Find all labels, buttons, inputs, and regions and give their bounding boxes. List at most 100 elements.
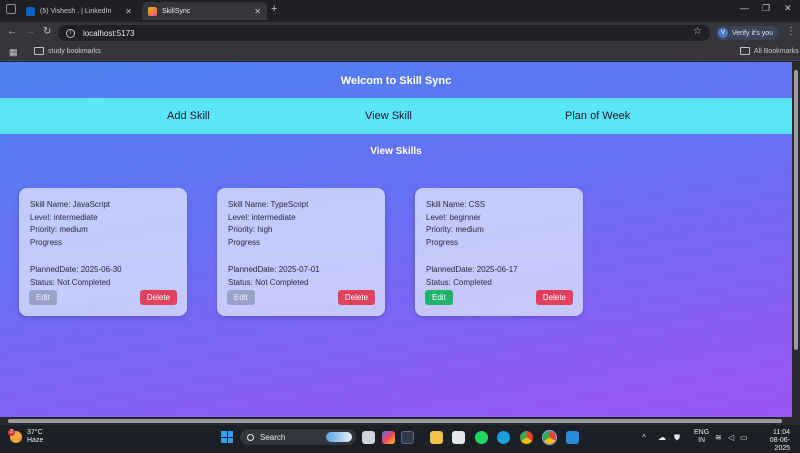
tray-chevron-icon[interactable]: ^	[642, 433, 646, 442]
tab-title: (5) Vishesh . | LinkedIn	[40, 7, 112, 15]
bookmark-star-icon[interactable]: ☆	[693, 26, 702, 37]
battery-icon[interactable]: ▭	[740, 433, 748, 442]
terminal-icon[interactable]	[401, 431, 414, 444]
taskbar-search[interactable]: Search	[240, 429, 356, 445]
page-viewport: Welcom to Skill Sync Add Skill View Skil…	[0, 62, 792, 417]
delete-button[interactable]: Delete	[535, 290, 573, 305]
weather-icon: 2	[8, 429, 22, 443]
chrome-icon[interactable]	[520, 431, 533, 444]
bookmark-label: All Bookmarks	[754, 47, 799, 55]
horizontal-scrollbar[interactable]	[0, 417, 800, 425]
weather-temp: 37°C	[27, 429, 43, 436]
planned-date: PlannedDate: 2025-07-01	[228, 265, 320, 274]
site-info-icon[interactable]: i	[66, 28, 75, 38]
skill-card: Skill Name: CSS Level: beginner Priority…	[415, 188, 583, 316]
lang-region: IN	[698, 437, 706, 444]
vertical-scrollbar[interactable]	[792, 62, 800, 417]
reload-icon[interactable]: ↻	[43, 26, 51, 37]
scrollbar-thumb[interactable]	[794, 70, 798, 350]
nav-plan-of-week[interactable]: Plan of Week	[565, 110, 630, 122]
weather-widget[interactable]: 2 37°C Haze	[8, 429, 44, 445]
skill-card: Skill Name: TypeScript Level: intermedia…	[217, 188, 385, 316]
search-placeholder: Search	[260, 432, 286, 442]
skillsync-favicon-icon	[148, 6, 157, 16]
progress-bar	[30, 253, 177, 257]
progress-bar	[228, 253, 375, 257]
new-tab-button[interactable]: +	[271, 3, 277, 15]
skill-level: Level: intermediate	[228, 212, 296, 222]
skill-status: Status: Not Completed	[30, 277, 111, 287]
progress-label: Progress	[426, 237, 459, 247]
restore-icon[interactable]: ❐	[762, 3, 770, 14]
nav-add-skill[interactable]: Add Skill	[167, 110, 210, 122]
clock-date: 08-06-2025	[769, 437, 790, 452]
menu-icon[interactable]: ⋮	[786, 26, 796, 37]
linkedin-icon	[26, 6, 35, 16]
bookmark-label: study bookmarks	[48, 47, 101, 55]
notification-badge: 2	[8, 429, 15, 436]
search-highlight-icon	[326, 432, 352, 442]
folder-icon	[740, 47, 750, 55]
delete-button[interactable]: Delete	[337, 290, 375, 305]
weather-desc: Haze	[27, 437, 44, 444]
folder-icon	[34, 47, 44, 55]
edit-button[interactable]: Edit	[227, 290, 255, 305]
edit-button[interactable]: Edit	[425, 290, 453, 305]
tab-search-icon[interactable]	[6, 4, 16, 14]
all-bookmarks-button[interactable]: All Bookmarks	[740, 47, 799, 55]
onedrive-icon[interactable]: ☁	[658, 433, 666, 442]
edit-button[interactable]: Edit	[29, 290, 57, 305]
scrollbar-thumb[interactable]	[8, 419, 782, 423]
system-clock[interactable]: 11:04 08-06-2025	[756, 429, 790, 453]
wifi-icon[interactable]: ≋	[715, 433, 722, 442]
bookmarks-bar: ▦ study bookmarks All Bookmarks	[0, 43, 800, 61]
skill-status: Status: Completed	[426, 277, 492, 287]
section-title: View Skills	[370, 146, 422, 157]
volume-icon[interactable]: ◁	[728, 433, 734, 442]
avatar: V	[718, 28, 728, 38]
edge-icon[interactable]	[497, 431, 510, 444]
progress-label: Progress	[30, 237, 63, 247]
url-text: localhost:5173	[83, 28, 135, 38]
language-indicator[interactable]: ENG IN	[694, 429, 709, 445]
lang-code: ENG	[694, 429, 710, 436]
close-tab-icon[interactable]: ✕	[254, 7, 261, 16]
copilot-icon[interactable]	[382, 431, 395, 444]
tab-skillsync[interactable]: SkillSync ✕	[142, 2, 267, 20]
minimize-icon[interactable]: —	[740, 3, 749, 13]
store-icon[interactable]	[452, 431, 465, 444]
bookmark-folder-study[interactable]: study bookmarks	[34, 47, 101, 55]
skill-card: Skill Name: JavaScript Level: intermedia…	[19, 188, 187, 316]
address-bar[interactable]: i localhost:5173	[58, 25, 710, 41]
progress-bar	[426, 253, 573, 257]
skill-priority: Priority: medium	[426, 225, 484, 234]
spotify-icon[interactable]	[475, 431, 488, 444]
vpn-icon[interactable]: ⛊	[674, 433, 680, 443]
delete-button[interactable]: Delete	[139, 290, 177, 305]
top-nav: Add Skill View Skill Plan of Week	[0, 98, 792, 134]
skill-status: Status: Not Completed	[228, 277, 309, 287]
skill-level: Level: beginner	[426, 212, 481, 222]
chrome-active-icon[interactable]	[542, 430, 557, 445]
tab-title: SkillSync	[162, 7, 191, 15]
skill-priority: Priority: medium	[30, 225, 88, 234]
nav-view-skill[interactable]: View Skill	[365, 110, 412, 122]
back-icon[interactable]: ←	[7, 26, 17, 37]
close-tab-icon[interactable]: ✕	[125, 7, 132, 16]
file-explorer-icon[interactable]	[430, 431, 443, 444]
planned-date: PlannedDate: 2025-06-17	[426, 265, 518, 274]
clock-time: 11:04	[773, 429, 790, 436]
skill-name: Skill Name: JavaScript	[30, 200, 111, 209]
skill-priority: Priority: high	[228, 225, 273, 234]
apps-grid-icon[interactable]: ▦	[9, 47, 18, 58]
vscode-icon[interactable]	[566, 431, 579, 444]
tab-linkedin[interactable]: (5) Vishesh . | LinkedIn ✕	[20, 2, 138, 20]
skill-name: Skill Name: CSS	[426, 200, 486, 209]
profile-button[interactable]: V Verify it's you	[716, 26, 780, 40]
task-view-icon[interactable]	[362, 431, 375, 444]
window-close-icon[interactable]: ✕	[784, 3, 792, 14]
skill-level: Level: intermediate	[30, 212, 98, 222]
search-icon	[247, 433, 254, 441]
forward-icon[interactable]: →	[25, 26, 35, 37]
windows-start-icon[interactable]	[221, 431, 233, 443]
